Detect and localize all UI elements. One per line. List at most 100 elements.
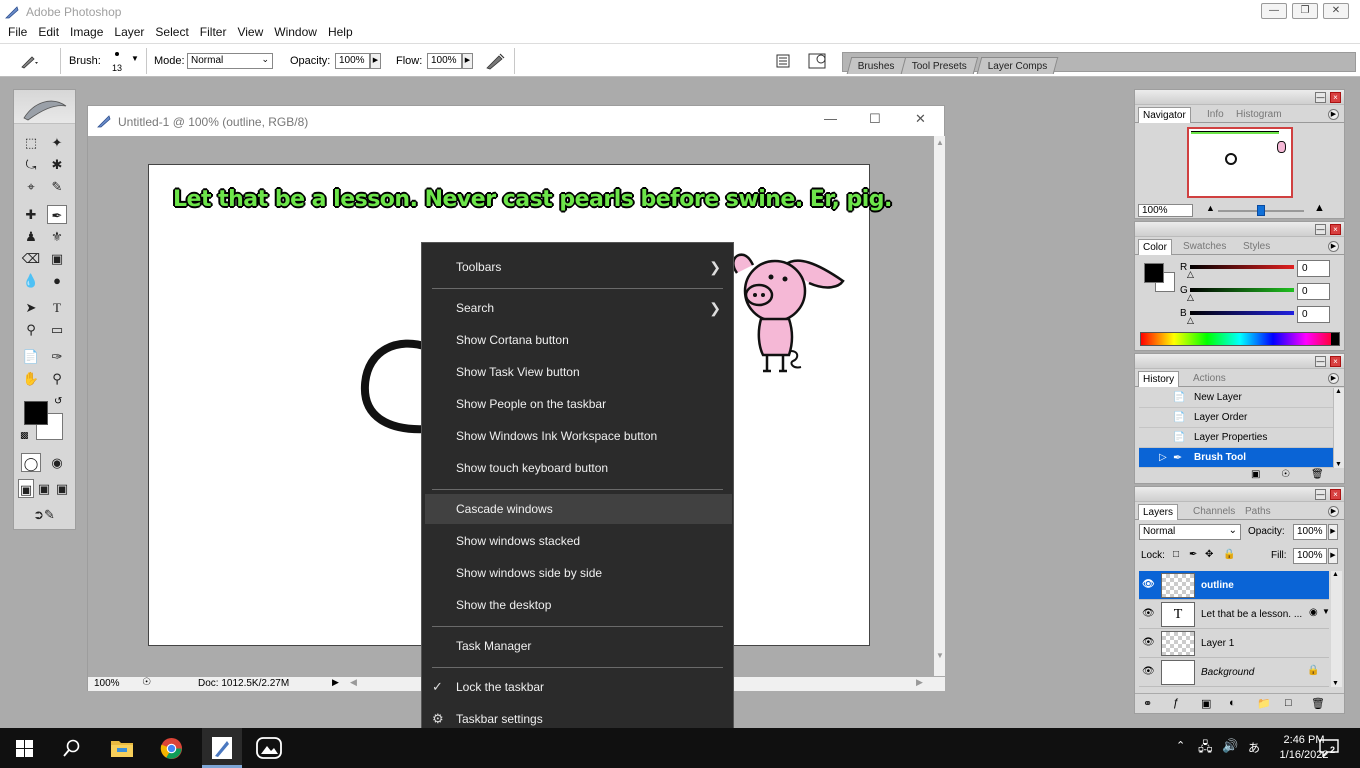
pen-tool-icon[interactable]: ⚲	[21, 320, 41, 339]
channel-r-handle[interactable]: △	[1187, 269, 1194, 280]
brush-dropdown-icon[interactable]: ▼	[131, 54, 139, 63]
history-item[interactable]: Layer Properties	[1139, 428, 1333, 448]
layer-row[interactable]: 👁 Layer 1	[1139, 629, 1329, 658]
airbrush-icon[interactable]	[484, 52, 506, 70]
new-group-icon[interactable]: 📁	[1257, 697, 1271, 710]
panel-menu-icon[interactable]: ▶	[1328, 109, 1339, 120]
new-document-from-state-icon[interactable]: ▣	[1251, 469, 1260, 480]
flow-arrow-button[interactable]: ▶	[462, 53, 473, 69]
layer-row[interactable]: 👁 Background 🔒	[1139, 658, 1329, 687]
lasso-tool-icon[interactable]: ⤿	[21, 155, 41, 174]
menu-view[interactable]: View	[237, 23, 270, 43]
menu-item-show-touch-keyboard[interactable]: Show touch keyboard button	[422, 453, 733, 483]
opacity-input[interactable]: 100%	[335, 53, 370, 69]
scroll-left-icon[interactable]: ◀	[350, 677, 357, 688]
menu-item-show-people[interactable]: Show People on the taskbar	[422, 389, 733, 419]
type-tool-icon[interactable]: T	[47, 298, 67, 317]
menu-item-lock-taskbar[interactable]: ✓ Lock the taskbar	[422, 672, 733, 702]
palette-well-icon[interactable]	[807, 51, 829, 71]
vertical-scrollbar[interactable]: ▲ ▼	[934, 136, 945, 678]
move-tool-icon[interactable]: ✦	[47, 133, 67, 152]
navigator-thumbnail[interactable]	[1187, 127, 1293, 198]
layer-style-icon[interactable]: ƒ	[1173, 697, 1179, 709]
magic-wand-tool-icon[interactable]: ✱	[47, 155, 67, 174]
input-method-icon[interactable]: あ	[1248, 739, 1260, 756]
channel-b-handle[interactable]: △	[1187, 315, 1194, 326]
menu-item-windows-stacked[interactable]: Show windows stacked	[422, 526, 733, 556]
mode-select[interactable]: Normal ⌄	[187, 53, 273, 69]
menu-select[interactable]: Select	[155, 23, 195, 43]
panel-menu-icon[interactable]: ▶	[1328, 506, 1339, 517]
network-icon[interactable]: 🖧	[1198, 738, 1213, 760]
tab-color[interactable]: Color	[1138, 239, 1172, 255]
layers-scrollbar[interactable]: ▲ ▼	[1331, 571, 1342, 687]
search-icon[interactable]	[63, 739, 81, 757]
swap-colors-icon[interactable]: ↺	[54, 396, 62, 407]
channel-g-input[interactable]: 0	[1297, 283, 1330, 300]
channel-r-slider[interactable]	[1190, 265, 1294, 269]
notes-tool-icon[interactable]: 📄	[21, 347, 41, 366]
opacity-arrow-button[interactable]: ▶	[370, 53, 381, 69]
menu-file[interactable]: File	[8, 23, 34, 43]
tab-actions[interactable]: Actions	[1189, 371, 1230, 387]
lock-transparency-icon[interactable]: □	[1173, 549, 1179, 560]
history-scrollbar[interactable]: ▲ ▼	[1333, 388, 1344, 468]
eyedropper-tool-icon[interactable]: ✑	[47, 347, 67, 366]
layer-expand-icon[interactable]: ▼	[1322, 607, 1330, 616]
crop-tool-icon[interactable]: ⌖	[21, 177, 41, 196]
marquee-tool-icon[interactable]: ⬚	[21, 133, 41, 152]
jump-to-imageready-icon[interactable]: ➲✎	[21, 505, 67, 524]
new-layer-icon[interactable]: □	[1285, 697, 1292, 709]
menu-item-show-ink-workspace[interactable]: Show Windows Ink Workspace button	[422, 421, 733, 451]
volume-icon[interactable]: 🔊	[1222, 738, 1238, 754]
windows-start-icon[interactable]	[16, 740, 33, 757]
color-spectrum-bar[interactable]	[1140, 332, 1340, 346]
tab-info[interactable]: Info	[1203, 107, 1228, 123]
path-selection-tool-icon[interactable]: ➤	[21, 298, 41, 317]
panel-menu-icon[interactable]: ▶	[1328, 241, 1339, 252]
eye-icon[interactable]: 👁	[1142, 608, 1155, 619]
lock-pixels-icon[interactable]: ✒	[1189, 549, 1197, 560]
history-item[interactable]: Layer Order	[1139, 408, 1333, 428]
status-icon[interactable]: ☉	[142, 677, 151, 688]
tab-histogram[interactable]: Histogram	[1232, 107, 1286, 123]
tab-layers[interactable]: Layers	[1138, 504, 1179, 520]
standard-mode-icon[interactable]: ◯	[21, 453, 41, 472]
channel-g-slider[interactable]	[1190, 288, 1294, 292]
flow-input[interactable]: 100%	[427, 53, 462, 69]
slice-tool-icon[interactable]: ✎	[47, 177, 67, 196]
lock-position-icon[interactable]: ✥	[1205, 549, 1213, 560]
hand-tool-icon[interactable]: ✋	[21, 369, 41, 388]
channel-r-input[interactable]: 0	[1297, 260, 1330, 277]
full-screen-mode-icon[interactable]: ▣	[54, 479, 70, 498]
color-fg-swatch[interactable]	[1144, 263, 1164, 283]
tab-styles[interactable]: Styles	[1239, 239, 1274, 255]
panel-minimize-button[interactable]: —	[1315, 489, 1326, 500]
layer-row[interactable]: 👁 outline	[1139, 571, 1329, 600]
restore-button[interactable]: ❐	[1292, 3, 1318, 19]
layer-blend-mode-select[interactable]: Normal ⌄	[1139, 524, 1241, 540]
layer-opacity-input[interactable]: 100%	[1293, 524, 1327, 540]
panel-close-button[interactable]: ×	[1330, 224, 1341, 235]
tab-swatches[interactable]: Swatches	[1179, 239, 1230, 255]
tab-history[interactable]: History	[1138, 371, 1180, 387]
minimize-button[interactable]: —	[1261, 3, 1287, 19]
chevron-up-icon[interactable]: ⌃	[1176, 739, 1185, 752]
eye-icon[interactable]: 👁	[1142, 666, 1155, 677]
zoom-slider-handle[interactable]	[1257, 205, 1265, 216]
well-tab-brushes[interactable]: Brushes	[846, 57, 906, 74]
new-snapshot-icon[interactable]: ☉	[1281, 469, 1290, 480]
menu-image[interactable]: Image	[70, 23, 110, 43]
panel-close-button[interactable]: ×	[1330, 489, 1341, 500]
history-brush-tool-icon[interactable]: ⚜	[47, 227, 67, 246]
panel-minimize-button[interactable]: —	[1315, 224, 1326, 235]
menu-item-show-task-view[interactable]: Show Task View button	[422, 357, 733, 387]
layer-mask-icon[interactable]: ▣	[1201, 697, 1211, 710]
standard-screen-mode-icon[interactable]: ▣	[18, 479, 34, 498]
menu-filter[interactable]: Filter	[200, 23, 234, 43]
panel-minimize-button[interactable]: —	[1315, 356, 1326, 367]
panel-minimize-button[interactable]: —	[1315, 92, 1326, 103]
menu-item-toolbars[interactable]: Toolbars ❯	[422, 252, 733, 282]
action-center-icon[interactable]	[1319, 739, 1339, 757]
navigator-zoom-input[interactable]: 100%	[1138, 204, 1193, 217]
